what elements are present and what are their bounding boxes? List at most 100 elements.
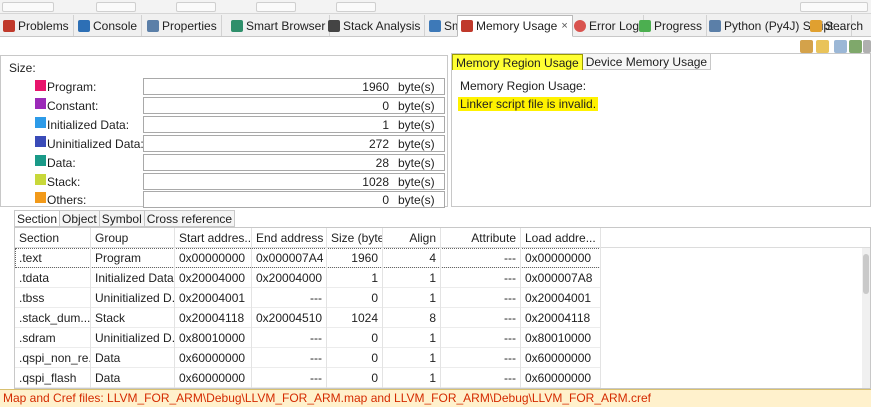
constant-label: Constant: <box>47 99 99 113</box>
cell-start-address: 0x20004118 <box>175 308 252 328</box>
cell-attribute: --- <box>441 268 521 288</box>
constant-size-value: 0 <box>382 99 389 113</box>
column-header-align[interactable]: Align <box>383 228 441 248</box>
cell-load-address: 0x00000000 <box>521 248 601 268</box>
stack-size-unit: byte(s) <box>398 175 435 189</box>
cell-align: 1 <box>383 328 441 348</box>
linker-error-message: Linker script file is invalid. <box>458 97 599 111</box>
status-message: Map and Cref files: LLVM_FOR_ARM\Debug\L… <box>0 389 871 407</box>
open-icon[interactable] <box>816 40 829 53</box>
tab-error-log[interactable]: Error Log <box>571 15 645 36</box>
stack-analysis-icon <box>328 19 340 32</box>
tab-label: Stack Analysis <box>343 18 421 33</box>
bottom-tab-bar: Section Object Symbol Cross reference <box>14 210 236 227</box>
export-icon[interactable] <box>849 40 862 53</box>
table-row[interactable]: .qspi_non_re... Data 0x60000000 --- 0 1 --- 0x6… <box>15 348 601 368</box>
cell-align: 4 <box>383 248 441 268</box>
column-header-start-address[interactable]: Start addres... <box>175 228 252 248</box>
table-row[interactable]: .text Program 0x00000000 0x000007A4 1960 4 ---… <box>15 248 601 268</box>
search-icon <box>810 19 822 32</box>
column-header-size[interactable]: Size (byte) <box>327 228 383 248</box>
toolbar-segment[interactable] <box>2 2 54 12</box>
cell-load-address: 0x20004118 <box>521 308 601 328</box>
others-size-unit: byte(s) <box>398 193 435 207</box>
cell-attribute: --- <box>441 288 521 308</box>
column-header-attribute[interactable]: Attribute <box>441 228 521 248</box>
column-header-group[interactable]: Group <box>91 228 175 248</box>
cell-group: Initialized Data <box>91 268 175 288</box>
tab-object[interactable]: Object <box>60 210 100 227</box>
uninitialized-data-size-unit: byte(s) <box>398 137 435 151</box>
cell-align: 1 <box>383 348 441 368</box>
table-row[interactable]: .tbss Uninitialized D... 0x20004001 --- 0 1 --… <box>15 288 601 308</box>
cell-section: .tdata <box>15 268 91 288</box>
tab-section[interactable]: Section <box>14 210 61 227</box>
column-header-load-address[interactable]: Load addre... <box>521 228 601 248</box>
tab-memory-usage[interactable]: Memory Usage × <box>457 15 573 37</box>
cell-attribute: --- <box>441 248 521 268</box>
properties-icon <box>147 19 159 32</box>
memory-region-panel: Memory Region Usage Device Memory Usage … <box>451 53 871 207</box>
cell-load-address: 0x000007A8 <box>521 268 601 288</box>
program-color-swatch <box>35 80 46 91</box>
table-row[interactable]: .qspi_flash Data 0x60000000 --- 0 1 --- 0x60000… <box>15 368 601 388</box>
toolbar-segment[interactable] <box>336 2 376 12</box>
constant-size-unit: byte(s) <box>398 99 435 113</box>
tab-console[interactable]: Console <box>75 15 143 36</box>
cell-size: 0 <box>327 328 383 348</box>
cell-end-address: --- <box>252 288 327 308</box>
table-row[interactable]: .sdram Uninitialized D... 0x80010000 --- 0 1-… <box>15 328 601 348</box>
initialized-data-label: Initialized Data: <box>47 118 130 132</box>
cell-end-address: 0x000007A4 <box>252 248 327 268</box>
uninitialized-data-label: Uninitialized Data: <box>47 137 144 151</box>
toolbar-segment[interactable] <box>176 2 216 12</box>
tab-cross-reference[interactable]: Cross reference <box>144 210 236 227</box>
toolbar-segment[interactable] <box>800 2 868 12</box>
toolbar-segment[interactable] <box>96 2 136 12</box>
view-menu-icon[interactable] <box>863 40 871 53</box>
cell-start-address: 0x60000000 <box>175 348 252 368</box>
cell-load-address: 0x20004001 <box>521 288 601 308</box>
tab-progress[interactable]: Progress <box>636 15 708 36</box>
cell-group: Stack <box>91 308 175 328</box>
cell-load-address: 0x60000000 <box>521 368 601 388</box>
tab-stack-analysis[interactable]: Stack Analysis <box>325 15 426 36</box>
column-header-section[interactable]: Section <box>15 228 91 248</box>
column-header-end-address[interactable]: End address <box>252 228 327 248</box>
others-color-swatch <box>35 192 46 203</box>
stack-color-swatch <box>35 174 46 185</box>
cell-group: Data <box>91 368 175 388</box>
tab-properties[interactable]: Properties <box>144 15 222 36</box>
tab-symbol[interactable]: Symbol <box>99 210 145 227</box>
others-label: Others: <box>47 193 87 207</box>
initialized-data-size-value: 1 <box>382 118 389 132</box>
zoom-icon[interactable] <box>834 40 847 53</box>
smart-manual-icon <box>429 19 441 32</box>
tab-search[interactable]: Search <box>807 15 867 36</box>
data-size-unit: byte(s) <box>398 156 435 170</box>
cell-attribute: --- <box>441 368 521 388</box>
cell-end-address: 0x20004000 <box>252 268 327 288</box>
scrollbar-thumb[interactable] <box>863 254 869 294</box>
vertical-scrollbar[interactable] <box>862 248 870 388</box>
cell-end-address: --- <box>252 348 327 368</box>
data-size-value: 28 <box>375 156 389 170</box>
view-tab-bar: Problems Console Properties Smart Browse… <box>0 14 871 37</box>
tab-memory-region-usage[interactable]: Memory Region Usage <box>452 54 583 70</box>
constant-color-swatch <box>35 98 46 109</box>
tab-smart-browser[interactable]: Smart Browser <box>228 15 331 36</box>
refresh-icon[interactable] <box>800 40 813 53</box>
console-icon <box>78 19 90 32</box>
initialized-data-color-swatch <box>35 117 46 128</box>
table-row[interactable]: .stack_dum... Stack 0x20004118 0x20004510 10… <box>15 308 601 328</box>
tab-device-memory-usage[interactable]: Device Memory Usage <box>582 54 712 70</box>
problems-icon <box>3 19 15 32</box>
table-row[interactable]: .tdata Initialized Data 0x20004000 0x200040… <box>15 268 601 288</box>
cell-load-address: 0x60000000 <box>521 348 601 368</box>
tab-problems[interactable]: Problems <box>0 15 74 36</box>
tab-label: Console <box>93 18 138 33</box>
close-icon[interactable]: × <box>561 20 567 32</box>
uninitialized-data-color-swatch <box>35 136 46 147</box>
toolbar-segment[interactable] <box>256 2 296 12</box>
section-table: Section Group Start addres... End addres… <box>14 227 871 389</box>
